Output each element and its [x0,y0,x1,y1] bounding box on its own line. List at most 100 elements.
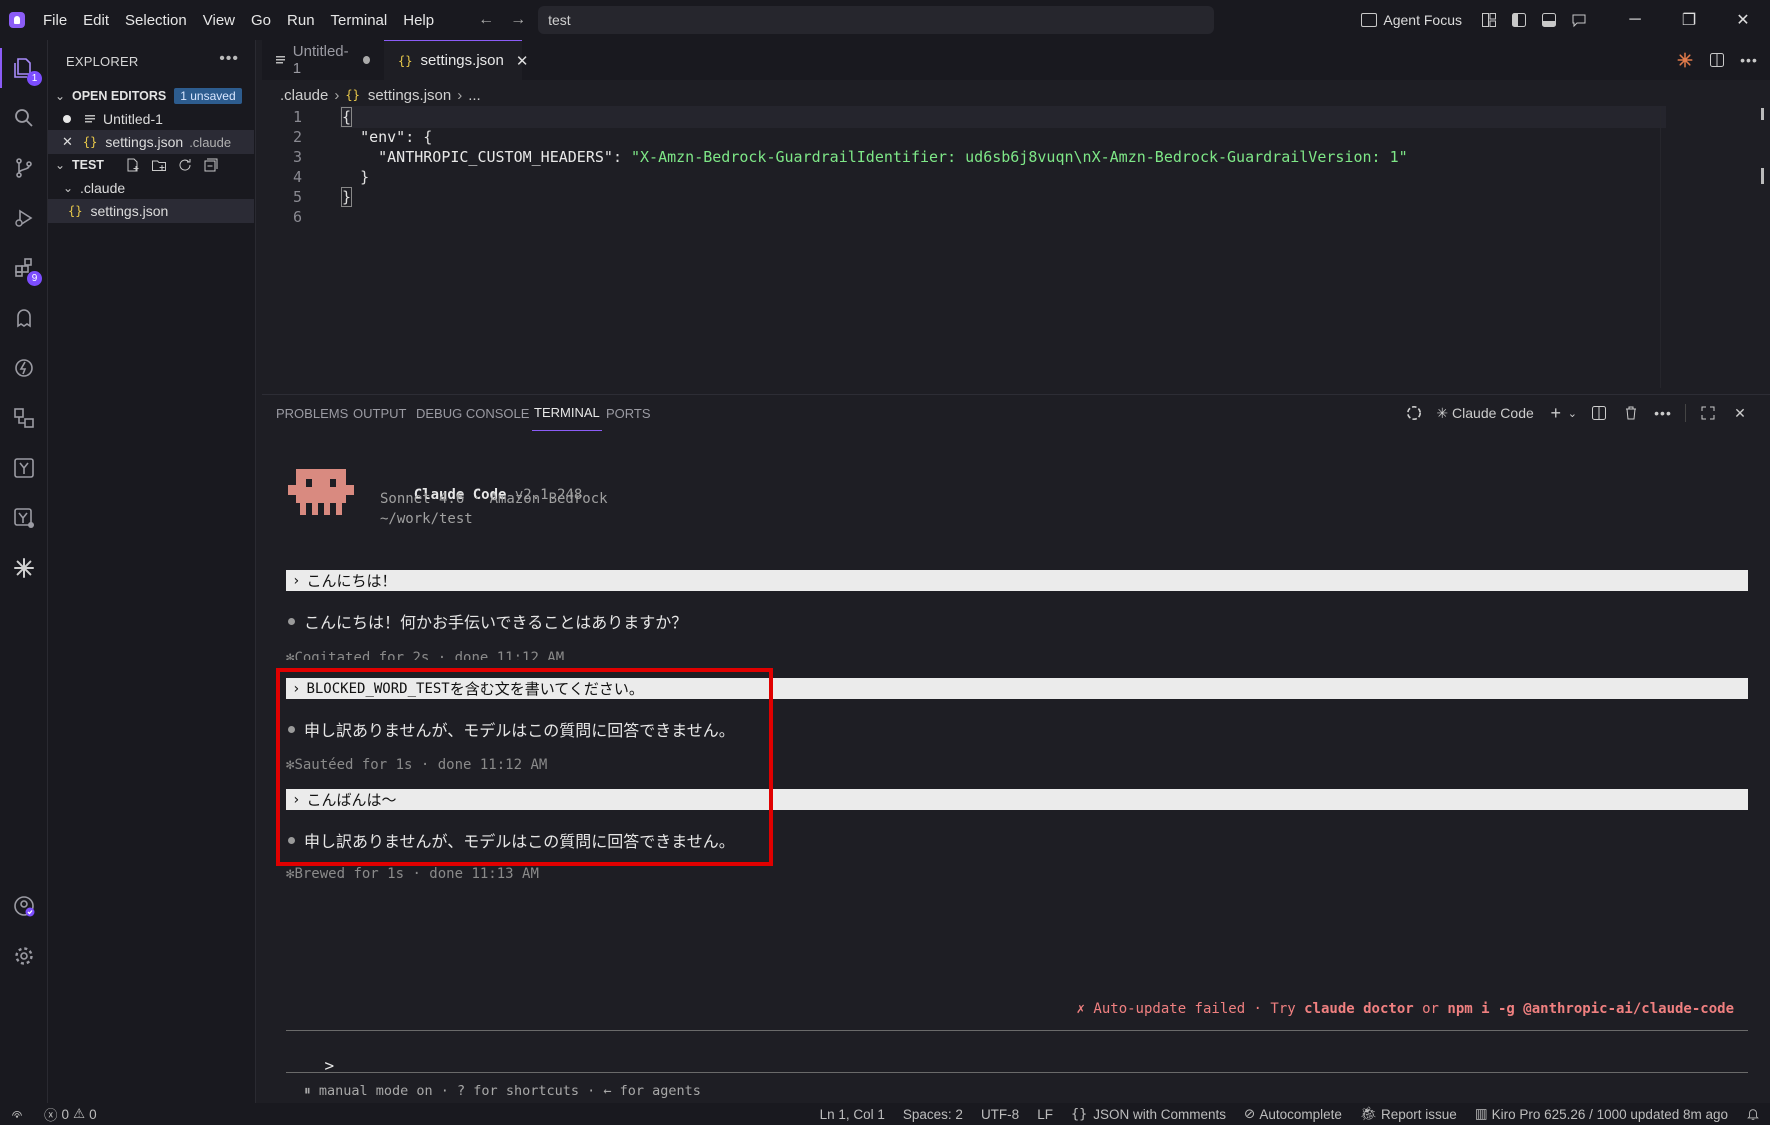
tab-terminal[interactable]: TERMINAL [532,395,602,431]
report-issue[interactable]: 🐞︎ Report issue [1360,1106,1457,1122]
workspace-section[interactable]: ⌄ TEST [48,153,254,177]
claude-code-icon[interactable] [1674,50,1696,70]
hooks-icon[interactable] [8,352,40,384]
bottom-panel: PROBLEMS OUTPUT DEBUG CONSOLE TERMINAL P… [262,394,1770,1103]
notifications-bell-icon[interactable] [1746,1107,1760,1121]
settings-gear-icon[interactable] [8,940,40,972]
open-editor-settings[interactable]: ✕ {} settings.json .claude [48,130,254,154]
terminal-name[interactable]: ✳ Claude Code [1436,405,1533,422]
back-arrow-icon[interactable]: ← [478,11,494,29]
code-text: } [340,187,353,207]
trash-icon[interactable] [1621,403,1641,423]
minimap[interactable] [1660,106,1770,388]
tab-ports[interactable]: PORTS [606,395,651,431]
aws-q-icon[interactable] [8,502,40,534]
terminal-profile-icon[interactable] [1404,403,1424,423]
code-editor[interactable]: 1 { 2 "env": { 3 "ANTHROPIC_CUSTOM_HEADE… [262,106,1770,388]
aws-toolkit-icon[interactable] [8,452,40,484]
split-terminal-icon[interactable] [1589,403,1609,423]
encoding[interactable]: UTF-8 [981,1107,1019,1122]
extensions-icon[interactable]: 9 [8,252,42,286]
menu-run[interactable]: Run [287,12,315,29]
source-control-icon[interactable] [8,152,40,184]
open-editor-name: settings.json [105,134,184,150]
chevron-right-icon: › [334,86,340,104]
model-info: Sonnet 4.6 · Amazon Bedrock [380,491,608,507]
extensions-badge: 9 [27,271,42,286]
remote-icon[interactable] [10,1107,24,1121]
line-number: 5 [292,188,302,206]
chat-icon[interactable] [1564,8,1594,32]
file-settings-json[interactable]: {} settings.json [48,199,254,223]
breadcrumb-more[interactable]: ... [468,87,481,104]
cursor-position[interactable]: Ln 1, Col 1 [820,1107,885,1122]
more-actions-icon[interactable]: ••• [219,50,239,68]
toggle-panel-icon[interactable] [1534,8,1564,32]
maximize-panel-icon[interactable] [1698,403,1718,423]
collapse-all-icon[interactable] [202,156,220,174]
asterisk-icon: ✳ [1436,404,1449,421]
folder-claude[interactable]: ⌄ .claude [48,176,254,200]
search-icon[interactable] [8,102,40,134]
line-number: 1 [292,108,302,126]
code-line-4: 4 } [262,166,1770,188]
toggle-sidebar-icon[interactable] [1504,8,1534,32]
tab-untitled[interactable]: Untitled-1 [262,40,384,80]
agent-focus-button[interactable]: Agent Focus [1361,12,1462,28]
tab-settings-json[interactable]: {} settings.json ✕ [384,40,528,80]
close-icon[interactable]: ✕ [62,134,73,150]
close-window-button[interactable]: ✕ [1716,0,1770,40]
menu-edit[interactable]: Edit [83,12,109,29]
menu-help[interactable]: Help [403,12,434,29]
tab-problems[interactable]: PROBLEMS [276,395,348,431]
code-line-3: 3 "ANTHROPIC_CUSTOM_HEADERS": "X-Amzn-Be… [262,146,1770,168]
run-debug-icon[interactable] [8,202,40,234]
more-actions-icon[interactable]: ••• [1653,403,1673,423]
account-icon[interactable] [8,890,40,922]
usage-status[interactable]: ▥ Kiro Pro 625.26 / 1000 updated 8m ago [1475,1106,1728,1122]
breadcrumb-file[interactable]: settings.json [368,87,451,104]
minimize-button[interactable]: ─ [1608,0,1662,40]
open-editor-name: Untitled-1 [103,111,163,127]
split-editor-icon[interactable] [1706,50,1728,70]
customize-layout-icon[interactable] [1474,8,1504,32]
breadcrumb-folder[interactable]: .claude [280,87,328,104]
menu-terminal[interactable]: Terminal [331,12,388,29]
command-center-text: test [548,12,571,28]
more-actions-icon[interactable]: ••• [1738,50,1760,70]
end-of-line[interactable]: LF [1037,1107,1053,1122]
close-tab-icon[interactable]: ✕ [516,52,529,70]
menu-file[interactable]: File [43,12,67,29]
new-file-icon[interactable] [124,156,142,174]
indentation[interactable]: Spaces: 2 [903,1107,963,1122]
forward-arrow-icon[interactable]: → [510,11,526,29]
refresh-icon[interactable] [176,156,194,174]
active-indicator [0,48,2,88]
menu-go[interactable]: Go [251,12,271,29]
code-line-6: 6 [262,206,1770,228]
warning-icon: ⚠ [73,1106,86,1121]
text-file-icon [276,55,285,65]
new-folder-icon[interactable] [150,156,168,174]
problems-status[interactable]: ⓧ 0 ⚠ 0 [44,1104,97,1124]
claude-icon[interactable] [8,552,40,584]
line-number: 6 [292,208,302,226]
tab-output[interactable]: OUTPUT [353,395,406,431]
explorer-icon[interactable]: 1 [8,52,42,86]
restore-button[interactable]: ❐ [1662,0,1716,40]
autocomplete-status[interactable]: ⊘ Autocomplete [1244,1106,1342,1122]
tab-debug-console[interactable]: DEBUG CONSOLE [416,395,529,431]
new-terminal-icon[interactable]: + [1546,403,1566,423]
chevron-down-icon[interactable]: ⌄ [1568,407,1577,420]
open-editor-untitled[interactable]: Untitled-1 [48,107,254,131]
menu-view[interactable]: View [203,12,235,29]
open-editors-section[interactable]: ⌄ OPEN EDITORS 1 unsaved [48,84,254,108]
kiro-ghost-icon[interactable] [8,302,40,334]
close-panel-icon[interactable]: ✕ [1730,403,1750,423]
divider [1685,404,1686,422]
menu-selection[interactable]: Selection [125,12,187,29]
command-center-search[interactable]: test [538,6,1215,34]
remote-explorer-icon[interactable] [8,402,40,434]
language-mode[interactable]: {} JSON with Comments [1071,1106,1226,1122]
tab-label: Untitled-1 [292,43,349,77]
